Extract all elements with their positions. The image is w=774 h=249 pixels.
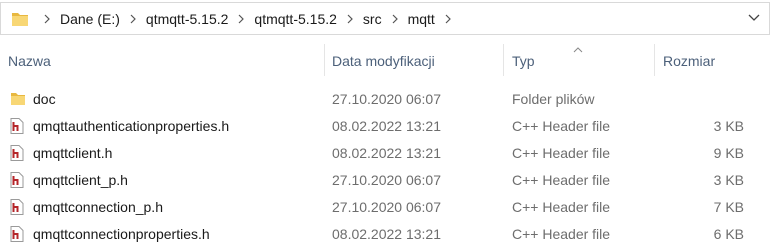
chevron-right-icon[interactable]	[37, 14, 57, 24]
sort-ascending-icon	[573, 40, 583, 56]
file-name: qmqttconnection_p.h	[33, 199, 163, 215]
breadcrumb-item-src[interactable]: src	[360, 11, 385, 27]
file-row[interactable]: qmqttconnectionproperties.h 08.02.2022 1…	[0, 221, 774, 247]
file-date: 27.10.2020 06:07	[332, 199, 441, 215]
file-name: qmqttconnectionproperties.h	[33, 226, 210, 242]
breadcrumb-item-qtmqtt-inner[interactable]: qtmqtt-5.15.2	[251, 11, 340, 27]
file-type: C++ Header file	[512, 226, 611, 242]
folder-icon	[10, 91, 26, 110]
chevron-right-icon[interactable]	[340, 14, 360, 24]
file-name: qmqttclient_p.h	[33, 172, 128, 188]
header-file-icon	[10, 199, 24, 218]
file-type: Folder plików	[512, 91, 595, 107]
file-date: 08.02.2022 13:21	[332, 226, 441, 242]
column-header-type[interactable]: Typ	[512, 50, 535, 72]
file-size: 9 KB	[713, 145, 744, 161]
file-size: 6 KB	[713, 226, 744, 242]
folder-icon	[11, 10, 29, 31]
column-header-name[interactable]: Nazwa	[8, 50, 51, 72]
file-date: 08.02.2022 13:21	[332, 145, 441, 161]
file-date: 08.02.2022 13:21	[332, 118, 441, 134]
column-header-date[interactable]: Data modyfikacji	[332, 50, 435, 72]
breadcrumb-item-qtmqtt-outer[interactable]: qtmqtt-5.15.2	[143, 11, 232, 27]
file-date: 27.10.2020 06:07	[332, 91, 441, 107]
file-name: qmqttclient.h	[33, 145, 113, 161]
file-row[interactable]: qmqttconnection_p.h 27.10.2020 06:07 C++…	[0, 194, 774, 220]
address-bar[interactable]: Dane (E:) qtmqtt-5.15.2 qtmqtt-5.15.2 sr…	[0, 2, 770, 35]
file-row[interactable]: qmqttauthenticationproperties.h 08.02.20…	[0, 113, 774, 139]
breadcrumb-item-drive[interactable]: Dane (E:)	[57, 11, 123, 27]
file-date: 27.10.2020 06:07	[332, 172, 441, 188]
file-type: C++ Header file	[512, 172, 611, 188]
header-file-icon	[10, 145, 24, 164]
file-type: C++ Header file	[512, 118, 611, 134]
column-divider[interactable]	[654, 44, 655, 76]
column-divider[interactable]	[324, 44, 325, 76]
breadcrumb-item-mqtt[interactable]: mqtt	[405, 11, 438, 27]
column-divider[interactable]	[503, 44, 504, 76]
chevron-right-icon[interactable]	[123, 14, 143, 24]
header-file-icon	[10, 226, 24, 245]
file-name: doc	[33, 91, 56, 107]
file-size: 3 KB	[713, 172, 744, 188]
chevron-down-icon[interactable]	[747, 10, 761, 27]
breadcrumb: Dane (E:) qtmqtt-5.15.2 qtmqtt-5.15.2 sr…	[37, 3, 458, 34]
column-header-size[interactable]: Rozmiar	[663, 50, 715, 72]
file-size: 7 KB	[713, 199, 744, 215]
file-type: C++ Header file	[512, 199, 611, 215]
chevron-right-icon[interactable]	[438, 14, 458, 24]
file-row[interactable]: qmqttclient.h 08.02.2022 13:21 C++ Heade…	[0, 140, 774, 166]
file-size: 3 KB	[713, 118, 744, 134]
file-row[interactable]: qmqttclient_p.h 27.10.2020 06:07 C++ Hea…	[0, 167, 774, 193]
header-file-icon	[10, 118, 24, 137]
file-type: C++ Header file	[512, 145, 611, 161]
chevron-right-icon[interactable]	[385, 14, 405, 24]
file-row-doc[interactable]: doc 27.10.2020 06:07 Folder plików	[0, 86, 774, 112]
header-file-icon	[10, 172, 24, 191]
chevron-right-icon[interactable]	[231, 14, 251, 24]
file-name: qmqttauthenticationproperties.h	[33, 118, 230, 134]
